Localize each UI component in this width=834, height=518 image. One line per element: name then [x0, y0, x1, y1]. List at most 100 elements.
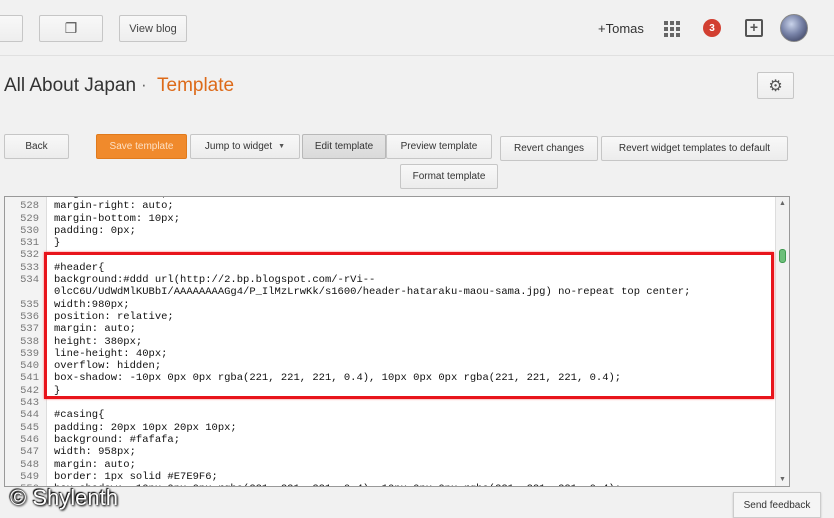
line-code: margin-bottom: 10px;	[54, 212, 181, 225]
share-plus-icon[interactable]: +	[745, 19, 763, 37]
line-code: border: 1px solid #E7E9F6;	[54, 470, 218, 483]
top-bar: ❐ View blog +Tomas 3 +	[0, 0, 834, 56]
scroll-up-icon[interactable]: ▲	[779, 200, 786, 207]
line-number: 545	[20, 421, 39, 434]
revert-changes-button[interactable]: Revert changes	[500, 136, 598, 161]
line-code: margin-right: auto;	[54, 200, 174, 213]
line-number: 543	[20, 397, 39, 410]
code-lines: 527margin-left: auto;528margin-right: au…	[5, 197, 775, 486]
view-blog-button[interactable]: View blog	[119, 15, 187, 42]
code-line[interactable]: 529 margin-bottom: 10px;	[5, 213, 775, 225]
line-code: background: #fafafa;	[54, 433, 181, 446]
page-title: Template	[157, 75, 235, 96]
code-line[interactable]: 532	[5, 249, 775, 261]
editor-scrollbar[interactable]: ▲ ▼	[775, 197, 789, 486]
line-number: 529	[20, 212, 39, 225]
code-line[interactable]: 542}	[5, 385, 775, 397]
code-line[interactable]: 531}	[5, 237, 775, 249]
line-code: #casing{	[54, 409, 105, 422]
code-line[interactable]: 539 line-height: 40px;	[5, 348, 775, 360]
line-number: 540	[20, 360, 39, 373]
line-number: 549	[20, 470, 39, 483]
line-code: height: 380px;	[54, 335, 143, 348]
save-template-button[interactable]: Save template	[96, 134, 187, 159]
line-code: margin: auto;	[54, 458, 136, 471]
line-number: 533	[20, 261, 39, 274]
line-code: line-height: 40px;	[54, 347, 168, 360]
line-code: box-shadow: -10px 0px 0px rgba(221, 221,…	[54, 372, 622, 385]
line-number: 548	[20, 458, 39, 471]
code-line[interactable]: 536 position: relative;	[5, 311, 775, 323]
revert-widget-templates-button[interactable]: Revert widget templates to default	[601, 136, 788, 161]
edit-template-button[interactable]: Edit template	[302, 134, 386, 159]
code-line[interactable]: 0lcC6U/UdWdMlKUBbI/AAAAAAAAGg4/P_IlMzLrw…	[5, 286, 775, 298]
code-line[interactable]: 540 overflow: hidden;	[5, 360, 775, 372]
line-code: width: 958px;	[54, 446, 136, 459]
line-number: 536	[20, 310, 39, 323]
jump-to-widget-label: Jump to widget	[204, 141, 273, 152]
code-line[interactable]: 550box-shadow: -10px 0px 0px rgba(221, 2…	[5, 483, 775, 486]
posts-list-button[interactable]: ❐	[39, 15, 103, 42]
line-number: 544	[20, 409, 39, 422]
avatar[interactable]	[780, 14, 808, 42]
line-code: }	[54, 384, 61, 397]
title-separator: ·	[141, 75, 147, 94]
line-number: 546	[20, 433, 39, 446]
preview-template-button[interactable]: Preview template	[386, 134, 492, 159]
line-number: 542	[20, 384, 39, 397]
line-number: 537	[20, 323, 39, 336]
settings-button[interactable]: ⚙	[757, 72, 794, 99]
chevron-down-icon: ▼	[278, 143, 286, 150]
code-line[interactable]: 549 border: 1px solid #E7E9F6;	[5, 471, 775, 483]
line-code: padding: 20px 10px 20px 10px;	[54, 421, 237, 434]
back-nav-button[interactable]	[0, 15, 23, 42]
send-feedback-button[interactable]: Send feedback	[733, 492, 821, 518]
line-number: 534	[20, 274, 39, 287]
code-line[interactable]: 545 padding: 20px 10px 20px 10px;	[5, 422, 775, 434]
line-number: 539	[20, 347, 39, 360]
code-line[interactable]: 541 box-shadow: -10px 0px 0px rgba(221, 2…	[5, 372, 775, 384]
line-code: position: relative;	[54, 310, 174, 323]
pages-icon: ❐	[64, 20, 78, 36]
code-line[interactable]: 544 #casing{	[5, 409, 775, 421]
back-button[interactable]: Back	[4, 134, 69, 159]
line-code: width:980px;	[54, 298, 130, 311]
code-line[interactable]: 533 #header{	[5, 262, 775, 274]
code-line[interactable]: 547 width: 958px;	[5, 446, 775, 458]
user-name-link[interactable]: +Tomas	[598, 21, 644, 36]
code-line[interactable]: 535 width:980px;	[5, 299, 775, 311]
watermark: © Shylenth	[10, 485, 118, 510]
line-code: margin: auto;	[54, 323, 136, 336]
line-number: 538	[20, 335, 39, 348]
jump-to-widget-dropdown[interactable]: Jump to widget ▼	[190, 134, 300, 159]
line-number: 547	[20, 446, 39, 459]
code-line[interactable]: 546 background: #fafafa;	[5, 434, 775, 446]
line-number: 532	[20, 249, 39, 262]
gear-icon: ⚙	[768, 77, 783, 95]
line-code: #header{	[54, 261, 105, 274]
apps-grid-icon[interactable]	[664, 21, 680, 37]
line-number: 531	[20, 237, 39, 250]
code-line[interactable]: 548 margin: auto;	[5, 459, 775, 471]
code-line[interactable]: 534 background:#ddd url(http://2.bp.blogs…	[5, 274, 775, 286]
line-number: 541	[20, 372, 39, 385]
code-line[interactable]: 537 margin: auto;	[5, 323, 775, 335]
line-code: background:#ddd url(http://2.bp.blogspot…	[54, 274, 376, 287]
line-code: overflow: hidden;	[54, 360, 162, 373]
line-code: padding: 0px;	[54, 224, 136, 237]
code-line[interactable]: 543	[5, 397, 775, 409]
format-template-button[interactable]: Format template	[400, 164, 498, 189]
notifications-badge[interactable]: 3	[703, 19, 721, 37]
line-number: 535	[20, 298, 39, 311]
code-line[interactable]: 530 padding: 0px;	[5, 225, 775, 237]
code-line[interactable]: 538 height: 380px;	[5, 336, 775, 348]
scroll-down-icon[interactable]: ▼	[779, 476, 786, 483]
line-number: 530	[20, 224, 39, 237]
code-line[interactable]: 528 margin-right: auto;	[5, 200, 775, 212]
blog-title: All About Japan	[4, 75, 137, 96]
scroll-thumb[interactable]	[779, 249, 786, 263]
line-code: box-shadow: -10px 0px 0px rgba(221, 221,…	[39, 483, 621, 486]
line-code: }	[54, 237, 61, 250]
template-code-editor[interactable]: 527margin-left: auto;528margin-right: au…	[4, 196, 790, 487]
line-code: 0lcC6U/UdWdMlKUBbI/AAAAAAAAGg4/P_IlMzLrw…	[54, 286, 691, 299]
